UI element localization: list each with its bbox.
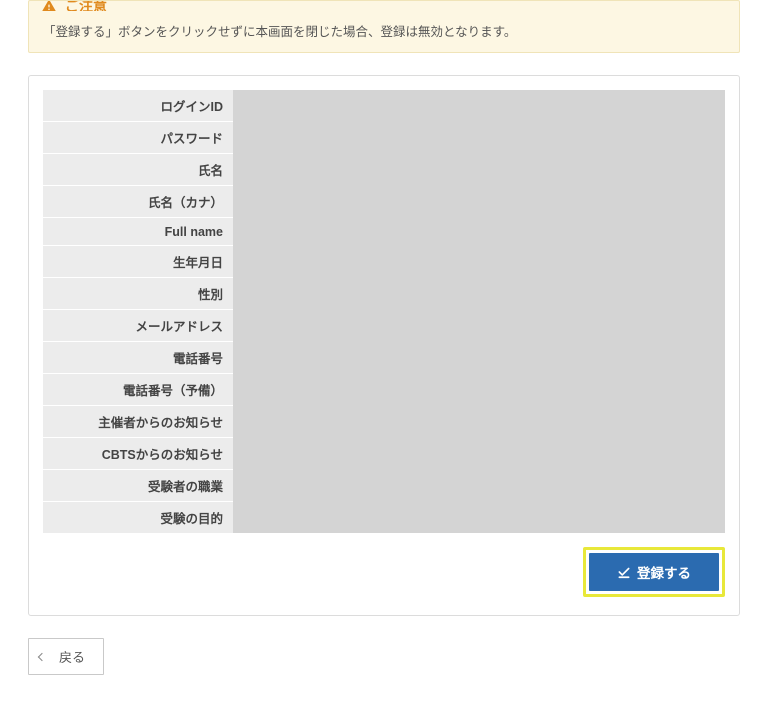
button-row: 登録する (43, 533, 725, 597)
register-button[interactable]: 登録する (589, 553, 719, 591)
notice-header: ご注意 (29, 1, 739, 11)
notice-title: ご注意 (65, 1, 107, 11)
form-label: ログインID (43, 90, 233, 121)
notice-box: ご注意 「登録する」ボタンをクリックせずに本画面を閉じた場合、登録は無効となりま… (28, 0, 740, 53)
form-label: 受験の目的 (43, 502, 233, 533)
form-rows: ログインIDパスワード氏名氏名（カナ）Full name生年月日性別メールアドレ… (43, 90, 725, 533)
register-label: 登録する (637, 562, 691, 582)
form-label: Full name (43, 218, 233, 245)
form-label: 電話番号 (43, 342, 233, 373)
form-label: 氏名（カナ） (43, 186, 233, 217)
chevron-left-icon (38, 652, 46, 660)
back-label: 戻る (59, 647, 85, 666)
register-highlight: 登録する (583, 547, 725, 597)
form-label: 性別 (43, 278, 233, 309)
notice-body: 「登録する」ボタンをクリックせずに本画面を閉じた場合、登録は無効となります。 (29, 11, 739, 40)
warning-icon (41, 1, 57, 11)
form-label: CBTSからのお知らせ (43, 438, 233, 469)
back-button[interactable]: 戻る (28, 638, 104, 675)
form-label: 生年月日 (43, 246, 233, 277)
form-label: パスワード (43, 122, 233, 153)
form-label: 主催者からのお知らせ (43, 406, 233, 437)
form-label: 電話番号（予備） (43, 374, 233, 405)
form-label: 氏名 (43, 154, 233, 185)
form-card: ログインIDパスワード氏名氏名（カナ）Full name生年月日性別メールアドレ… (28, 75, 740, 616)
form-label: メールアドレス (43, 310, 233, 341)
values-masked-area (233, 90, 725, 533)
check-underline-icon (617, 565, 631, 579)
form-label: 受験者の職業 (43, 470, 233, 501)
